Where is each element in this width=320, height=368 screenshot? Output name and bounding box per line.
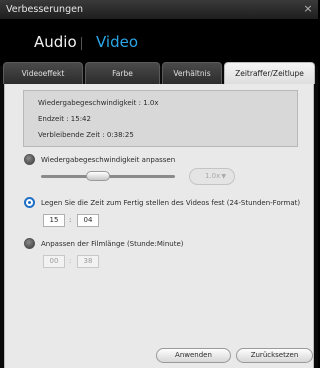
film-length-label: Anpassen der Filmlänge (Stunde:Minute)	[41, 240, 184, 248]
length-hours-input[interactable]: 00	[43, 255, 65, 268]
close-icon[interactable]: ×	[302, 3, 314, 15]
tab-zeitraffer[interactable]: Zeitraffer/Zeitlupe	[224, 62, 315, 84]
finish-hours-input[interactable]: 15	[43, 214, 65, 227]
window-title: Verbesserungen	[6, 4, 83, 15]
length-minutes-input[interactable]: 38	[77, 255, 99, 268]
info-end-time: Endzeit : 15:42	[38, 115, 91, 123]
mode-header: Audio Video	[0, 20, 318, 66]
finish-time-radio[interactable]	[24, 197, 35, 208]
finish-time-label: Legen Sie die Zeit zum Fertig stellen de…	[41, 199, 301, 207]
chevron-down-icon: ▼	[221, 173, 226, 180]
tab-farbe[interactable]: Farbe	[85, 62, 160, 84]
reset-button[interactable]: Zurücksetzen	[236, 348, 313, 363]
finish-minutes-input[interactable]: 04	[77, 214, 99, 227]
film-length-radio[interactable]	[24, 238, 35, 249]
info-box: Wiedergabegeschwindigkeit : 1.0x Endzeit…	[23, 90, 298, 147]
apply-button[interactable]: Anwenden	[156, 348, 231, 363]
enhancements-window: Verbesserungen × Audio Video Videoeffekt…	[0, 0, 318, 368]
finish-time-separator: :	[69, 216, 72, 224]
mode-separator	[81, 37, 82, 50]
speed-slider-thumb[interactable]	[86, 171, 110, 181]
speed-dropdown[interactable]: 1.0x ▼	[189, 168, 235, 185]
mode-video-tab[interactable]: Video	[96, 33, 138, 51]
title-bar: Verbesserungen ×	[0, 0, 318, 20]
speed-dropdown-value: 1.0x	[205, 172, 221, 180]
tab-bar: Videoeffekt Farbe Verhältnis Zeitraffer/…	[0, 62, 318, 84]
tab-verhaeltnis[interactable]: Verhältnis	[162, 62, 222, 84]
info-remaining-time: Verbleibende Zeit : 0:38:25	[38, 131, 134, 139]
mode-audio-tab[interactable]: Audio	[34, 33, 77, 51]
length-separator: :	[69, 257, 72, 265]
adjust-speed-radio[interactable]	[24, 154, 35, 165]
tab-videoeffekt[interactable]: Videoeffekt	[3, 62, 83, 84]
adjust-speed-label: Wiedergabegeschwindigkeit anpassen	[41, 156, 176, 164]
info-speed: Wiedergabegeschwindigkeit : 1.0x	[38, 99, 159, 107]
